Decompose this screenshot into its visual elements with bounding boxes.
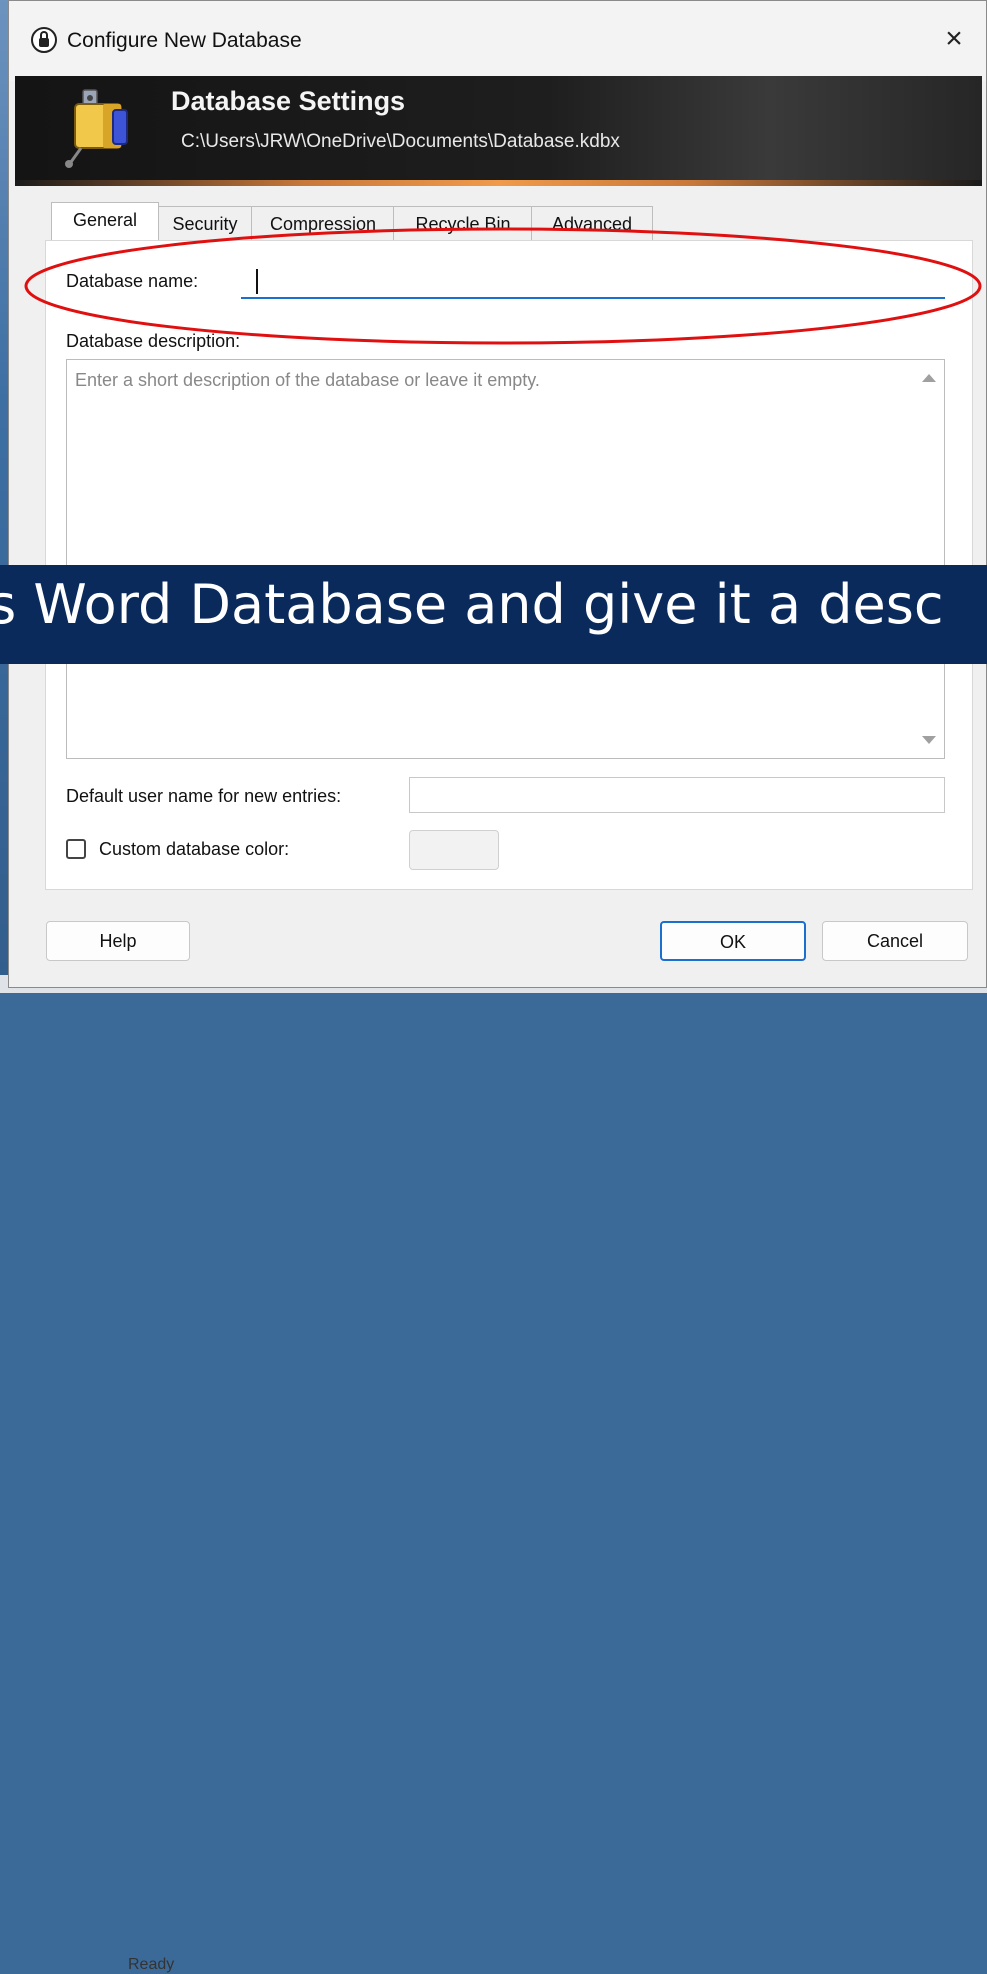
tab-advanced[interactable]: Advanced	[531, 206, 653, 240]
custom-color-label: Custom database color:	[99, 839, 290, 859]
title-bar: Configure New Database ×	[9, 1, 986, 81]
header-banner: Database Settings C:\Users\JRW\OneDrive\…	[15, 76, 982, 186]
tab-general[interactable]: General	[51, 202, 159, 240]
banner-title: Database Settings	[171, 86, 406, 116]
tab-recycle-bin[interactable]: Recycle Bin	[393, 206, 533, 240]
tab-security[interactable]: Security	[157, 206, 253, 240]
text-caret	[256, 269, 258, 294]
color-picker-button[interactable]	[409, 830, 499, 870]
help-button[interactable]: Help	[46, 921, 190, 961]
status-text: Ready	[128, 1956, 175, 1973]
database-description-textarea[interactable]: Enter a short description of the databas…	[66, 359, 945, 759]
scroll-up-icon[interactable]	[922, 374, 936, 382]
video-caption: ss Word Database and give it a desc	[0, 565, 987, 664]
caption-text: ss Word Database and give it a desc	[0, 573, 944, 636]
custom-color-checkbox[interactable]	[66, 839, 86, 859]
scroll-down-icon[interactable]	[922, 736, 936, 744]
default-user-input[interactable]	[409, 777, 945, 813]
database-icon	[65, 89, 128, 168]
window-title: Configure New Database	[67, 29, 302, 52]
lock-icon	[31, 27, 57, 53]
database-name-label: Database name:	[66, 271, 199, 291]
database-path: C:\Users\JRW\OneDrive\Documents\Database…	[181, 131, 620, 152]
cancel-button[interactable]: Cancel	[822, 921, 968, 961]
ok-button[interactable]: OK	[660, 921, 806, 961]
default-user-label: Default user name for new entries:	[66, 786, 342, 806]
database-description-label: Database description:	[66, 331, 241, 351]
description-placeholder: Enter a short description of the databas…	[75, 370, 540, 390]
configure-database-dialog: Configure New Database × Database Settin…	[8, 0, 987, 988]
close-icon[interactable]: ×	[936, 21, 972, 57]
banner-glow	[15, 180, 982, 186]
tab-compression[interactable]: Compression	[251, 206, 395, 240]
database-name-input[interactable]	[241, 263, 945, 299]
